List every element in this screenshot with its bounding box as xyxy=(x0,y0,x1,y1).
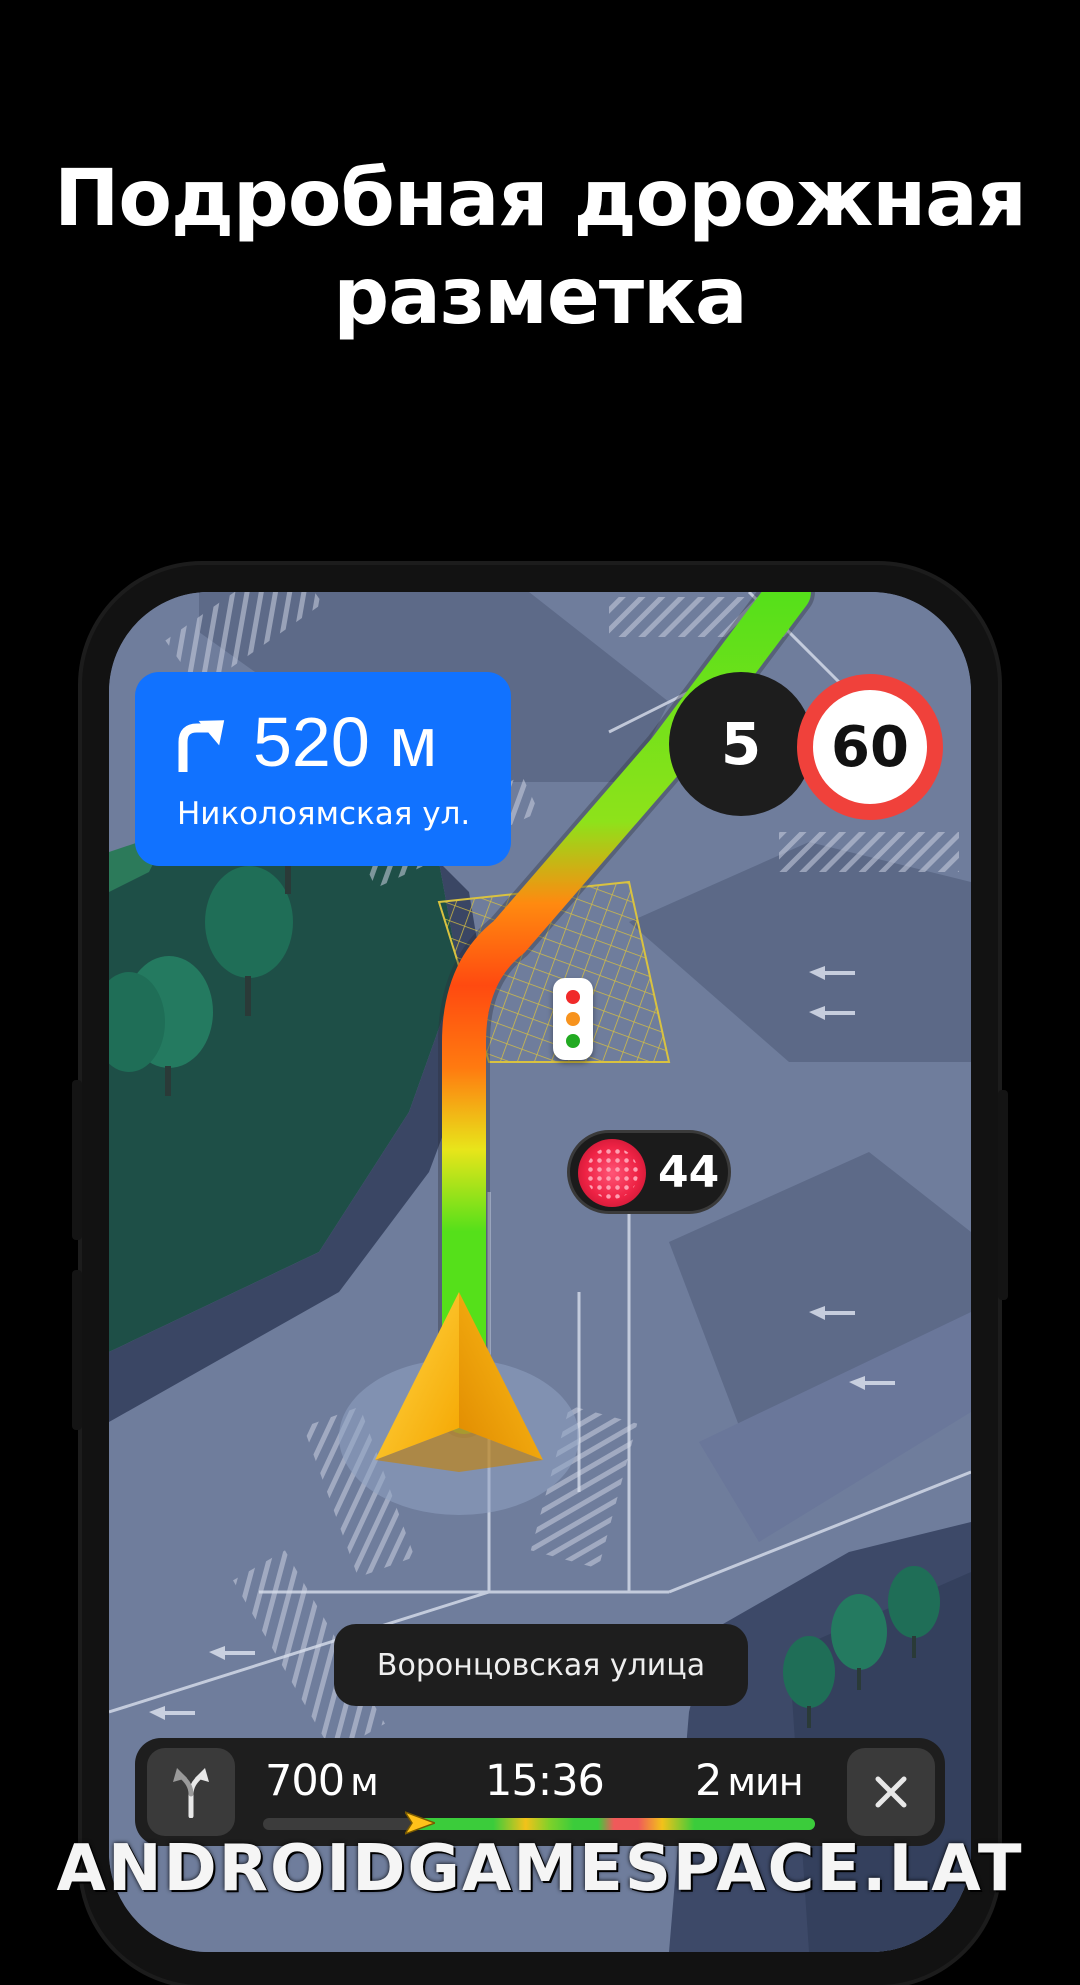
red-light-icon xyxy=(578,1139,646,1207)
headline-line-2: разметка xyxy=(333,252,747,342)
route-fork-icon xyxy=(173,1768,209,1818)
headline-line-1: Подробная дорожная xyxy=(54,154,1027,244)
phone-side-button xyxy=(72,1080,82,1240)
trip-info-bar: 700 м 15:36 2 мин xyxy=(135,1738,945,1846)
lane-count-badge: 5 xyxy=(669,672,813,816)
remaining-time-value: 2 xyxy=(695,1756,722,1806)
remaining-distance-value: 700 xyxy=(265,1756,345,1806)
speed-limit-sign: 60 xyxy=(797,674,943,820)
turn-right-arrow-icon xyxy=(178,720,225,772)
traffic-light-seconds: 44 xyxy=(658,1147,720,1198)
remaining-time-unit: мин xyxy=(727,1760,803,1804)
traffic-light-icon xyxy=(553,978,593,1060)
remaining-time: 2 мин xyxy=(695,1756,804,1806)
maneuver-distance: 520 м xyxy=(253,703,438,781)
route-traffic-progress xyxy=(413,1818,815,1830)
close-icon xyxy=(875,1776,907,1808)
route-progress-bar xyxy=(263,1818,815,1830)
remaining-distance: 700 м xyxy=(265,1756,379,1806)
navigator-screen: 520 м Николоямская ул. 5 60 44 Воронцовс… xyxy=(109,592,971,1952)
headline: Подробная дорожная разметка xyxy=(0,150,1080,346)
watermark-text: ANDROIDGAMESPACE.LAT xyxy=(56,1832,1024,1906)
close-route-button[interactable] xyxy=(847,1748,935,1836)
phone-side-button xyxy=(998,1090,1008,1300)
maneuver-card[interactable]: 520 м Николоямская ул. xyxy=(135,672,511,866)
remaining-distance-unit: м xyxy=(350,1760,379,1804)
current-street-label: Воронцовская улица xyxy=(334,1624,748,1706)
arrival-time: 15:36 xyxy=(485,1756,605,1806)
maneuver-street: Николоямская ул. xyxy=(177,796,471,832)
route-options-button[interactable] xyxy=(147,1748,235,1836)
phone-side-button xyxy=(72,1270,82,1430)
traffic-light-timer: 44 xyxy=(567,1130,731,1214)
